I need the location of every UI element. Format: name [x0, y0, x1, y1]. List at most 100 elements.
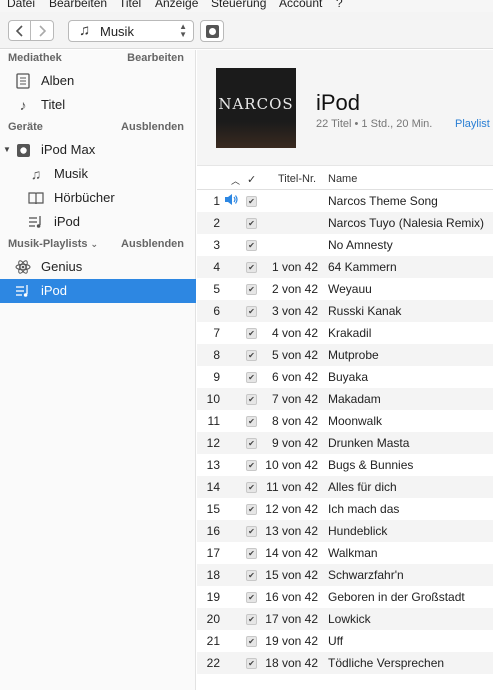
table-row[interactable]: 11 ✔ 8 von 42 Moonwalk: [197, 410, 493, 432]
menu-help[interactable]: ?: [336, 0, 343, 10]
track-name: Lowkick: [328, 612, 371, 626]
track-number: 16 von 42: [265, 590, 318, 604]
track-checkbox[interactable]: ✔: [246, 328, 257, 339]
menu-steuerung[interactable]: Steuerung: [211, 0, 266, 10]
disclosure-triangle-icon[interactable]: ▼: [3, 145, 11, 154]
sidebar-item-label: Alben: [41, 73, 75, 88]
track-checkbox[interactable]: ✔: [246, 658, 257, 669]
track-index: 7: [213, 326, 220, 340]
column-track-number[interactable]: Titel-Nr.: [278, 173, 316, 185]
track-name: Hundeblick: [328, 524, 388, 538]
table-row[interactable]: 13 ✔ 10 von 42 Bugs & Bunnies: [197, 454, 493, 476]
track-number: 6 von 42: [271, 370, 318, 384]
track-number: 3 von 42: [271, 304, 318, 318]
sidebar-item-alben[interactable]: Alben: [0, 69, 196, 93]
menu-datei[interactable]: Datei: [7, 0, 35, 10]
track-checkbox[interactable]: ✔: [246, 416, 257, 427]
table-row[interactable]: 20 ✔ 17 von 42 Lowkick: [197, 608, 493, 630]
table-row[interactable]: 17 ✔ 14 von 42 Walkman: [197, 542, 493, 564]
track-checkbox[interactable]: ✔: [246, 482, 257, 493]
menu-account[interactable]: Account: [279, 0, 322, 10]
track-number: 18 von 42: [265, 656, 318, 670]
playlists-hide-link[interactable]: Ausblenden: [121, 238, 184, 250]
sidebar-item-hoerbuecher[interactable]: Hörbücher: [0, 186, 196, 210]
track-checkbox[interactable]: ✔: [246, 350, 257, 361]
table-row[interactable]: 5 ✔ 2 von 42 Weyauu: [197, 278, 493, 300]
devices-hide-link[interactable]: Ausblenden: [121, 121, 184, 133]
track-index: 14: [206, 480, 220, 494]
track-checkbox[interactable]: ✔: [246, 526, 257, 537]
table-row[interactable]: 10 ✔ 7 von 42 Makadam: [197, 388, 493, 410]
table-row[interactable]: 18 ✔ 15 von 42 Schwarzfahr'n: [197, 564, 493, 586]
sidebar-device-ipod-max[interactable]: ▼ iPod Max: [0, 138, 196, 162]
updown-chevron-icon: ▲ ▼: [179, 22, 187, 39]
track-checkbox[interactable]: ✔: [246, 306, 257, 317]
table-row[interactable]: 1 ✔ Narcos Theme Song: [197, 190, 493, 212]
track-checkbox[interactable]: ✔: [246, 460, 257, 471]
table-row[interactable]: 4 ✔ 1 von 42 64 Kammern: [197, 256, 493, 278]
table-row[interactable]: 22 ✔ 18 von 42 Tödliche Versprechen: [197, 652, 493, 674]
menu-anzeige[interactable]: Anzeige: [155, 0, 198, 10]
column-check[interactable]: ✓: [247, 173, 256, 186]
track-number: 19 von 42: [265, 634, 318, 648]
table-row[interactable]: 2 ✔ Narcos Tuyo (Nalesia Remix): [197, 212, 493, 234]
sort-chevron-up-icon[interactable]: ︿: [231, 174, 240, 187]
table-row[interactable]: 12 ✔ 9 von 42 Drunken Masta: [197, 432, 493, 454]
chevron-down-icon[interactable]: ⌄: [91, 239, 99, 249]
sidebar-item-ipod-playlist[interactable]: iPod: [0, 210, 196, 234]
track-checkbox[interactable]: ✔: [246, 196, 257, 207]
forward-button[interactable]: [31, 20, 54, 41]
playlist-title: iPod: [316, 90, 361, 115]
table-row[interactable]: 16 ✔ 13 von 42 Hundeblick: [197, 520, 493, 542]
table-row[interactable]: 14 ✔ 11 von 42 Alles für dich: [197, 476, 493, 498]
sidebar-item-musik[interactable]: ♫ Musik: [0, 162, 196, 186]
track-number: 9 von 42: [271, 436, 318, 450]
table-row[interactable]: 6 ✔ 3 von 42 Russki Kanak: [197, 300, 493, 322]
track-index: 17: [206, 546, 220, 560]
track-checkbox[interactable]: ✔: [246, 636, 257, 647]
track-checkbox[interactable]: ✔: [246, 504, 257, 515]
track-checkbox[interactable]: ✔: [246, 570, 257, 581]
track-checkbox[interactable]: ✔: [246, 284, 257, 295]
table-row[interactable]: 3 ✔ No Amnesty: [197, 234, 493, 256]
track-number: 13 von 42: [265, 524, 318, 538]
table-row[interactable]: 7 ✔ 4 von 42 Krakadil: [197, 322, 493, 344]
track-checkbox[interactable]: ✔: [246, 240, 257, 251]
back-button[interactable]: [8, 20, 31, 41]
library-edit-link[interactable]: Bearbeiten: [127, 52, 184, 64]
track-checkbox[interactable]: ✔: [246, 438, 257, 449]
sidebar-item-ipod-selected[interactable]: iPod: [0, 279, 196, 303]
table-row[interactable]: 15 ✔ 12 von 42 Ich mach das: [197, 498, 493, 520]
toolbar: ♫ Musik ▲ ▼: [0, 12, 493, 49]
track-name: Bugs & Bunnies: [328, 458, 414, 472]
track-checkbox[interactable]: ✔: [246, 394, 257, 405]
device-button[interactable]: [200, 20, 224, 42]
track-checkbox[interactable]: ✔: [246, 372, 257, 383]
media-type-select[interactable]: ♫ Musik ▲ ▼: [68, 20, 194, 42]
playlist-link[interactable]: Playlist: [455, 118, 490, 130]
table-row[interactable]: 19 ✔ 16 von 42 Geboren in der Großstadt: [197, 586, 493, 608]
column-name[interactable]: Name: [328, 173, 357, 185]
track-checkbox[interactable]: ✔: [246, 592, 257, 603]
sidebar-item-label: Musik: [54, 166, 88, 181]
menu-bearbeiten[interactable]: Bearbeiten: [49, 0, 107, 10]
sidebar-item-genius[interactable]: Genius: [0, 255, 196, 279]
track-number: 14 von 42: [265, 546, 318, 560]
track-index: 10: [206, 392, 220, 406]
track-name: Uff: [328, 634, 344, 648]
table-row[interactable]: 9 ✔ 6 von 42 Buyaka: [197, 366, 493, 388]
table-row[interactable]: 21 ✔ 19 von 42 Uff: [197, 630, 493, 652]
table-row[interactable]: 8 ✔ 5 von 42 Mutprobe: [197, 344, 493, 366]
track-index: 2: [213, 216, 220, 230]
track-name: Alles für dich: [328, 480, 397, 494]
track-checkbox[interactable]: ✔: [246, 614, 257, 625]
cover-text: NARCOS: [218, 95, 294, 113]
track-index: 3: [213, 238, 220, 252]
menu-titel[interactable]: Titel: [119, 0, 141, 10]
sidebar-item-titel[interactable]: ♪ Titel: [0, 93, 196, 117]
track-checkbox[interactable]: ✔: [246, 218, 257, 229]
track-checkbox[interactable]: ✔: [246, 262, 257, 273]
track-index: 5: [213, 282, 220, 296]
track-checkbox[interactable]: ✔: [246, 548, 257, 559]
playlist-icon: [27, 213, 45, 231]
